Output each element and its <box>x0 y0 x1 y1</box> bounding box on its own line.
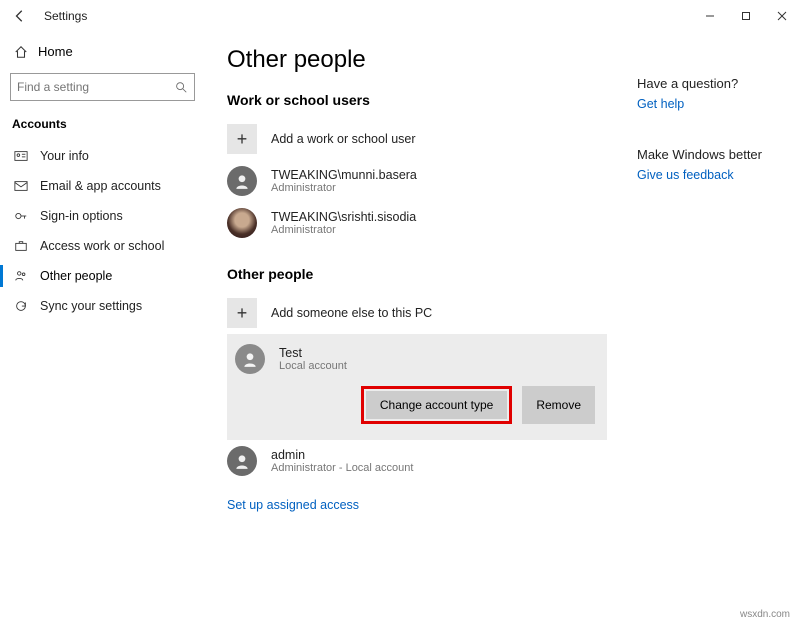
key-icon <box>12 209 30 223</box>
user-role: Administrator - Local account <box>271 462 413 474</box>
get-help-link[interactable]: Get help <box>637 97 762 111</box>
work-school-heading: Work or school users <box>227 92 607 108</box>
briefcase-icon <box>12 239 30 253</box>
search-icon <box>174 80 188 94</box>
remove-user-button[interactable]: Remove <box>522 386 595 424</box>
content-area: Other people Work or school users + Add … <box>227 46 607 624</box>
add-work-user-label: Add a work or school user <box>271 132 416 146</box>
add-other-user-button[interactable]: + Add someone else to this PC <box>227 292 607 334</box>
add-other-user-label: Add someone else to this PC <box>271 306 432 320</box>
feedback-title: Make Windows better <box>637 147 762 162</box>
sidebar-item-label: Other people <box>40 269 112 283</box>
sidebar-item-signin-options[interactable]: Sign-in options <box>0 201 205 231</box>
avatar <box>227 446 257 476</box>
back-button[interactable] <box>10 9 30 23</box>
search-input-container[interactable] <box>10 73 195 101</box>
selected-user-row[interactable]: Test Local account <box>235 344 595 374</box>
home-icon <box>12 45 30 59</box>
help-column: Have a question? Get help Make Windows b… <box>637 46 762 624</box>
sidebar-section-title: Accounts <box>0 113 205 141</box>
selected-user-panel: Test Local account Change account type R… <box>227 334 607 440</box>
sidebar-item-work-school[interactable]: Access work or school <box>0 231 205 261</box>
person-card-icon <box>12 149 30 163</box>
change-account-type-button[interactable]: Change account type <box>366 391 507 419</box>
user-name: TWEAKING\srishti.sisodia <box>271 210 416 224</box>
sidebar: Home Accounts Your info Email & app acco… <box>0 32 205 624</box>
search-input[interactable] <box>17 80 167 94</box>
sync-icon <box>12 299 30 313</box>
sidebar-item-email-accounts[interactable]: Email & app accounts <box>0 171 205 201</box>
sidebar-item-label: Your info <box>40 149 89 163</box>
sidebar-item-your-info[interactable]: Your info <box>0 141 205 171</box>
avatar <box>227 208 257 238</box>
add-work-user-button[interactable]: + Add a work or school user <box>227 118 607 160</box>
avatar <box>227 166 257 196</box>
sidebar-item-label: Access work or school <box>40 239 164 253</box>
user-role: Administrator <box>271 224 416 236</box>
page-title: Other people <box>227 46 607 74</box>
people-icon <box>12 269 30 283</box>
sidebar-item-label: Email & app accounts <box>40 179 161 193</box>
sidebar-item-label: Sync your settings <box>40 299 142 313</box>
home-label: Home <box>38 44 73 59</box>
home-button[interactable]: Home <box>0 38 205 65</box>
sidebar-item-sync-settings[interactable]: Sync your settings <box>0 291 205 321</box>
user-name: Test <box>279 346 347 360</box>
user-name: admin <box>271 448 413 462</box>
sidebar-item-other-people[interactable]: Other people <box>0 261 205 291</box>
avatar <box>235 344 265 374</box>
assigned-access-link[interactable]: Set up assigned access <box>227 498 359 512</box>
minimize-button[interactable] <box>692 0 728 32</box>
window-title: Settings <box>44 9 87 23</box>
user-name: TWEAKING\munni.basera <box>271 168 417 182</box>
user-role: Administrator <box>271 182 417 194</box>
help-question-title: Have a question? <box>637 76 762 91</box>
highlight-box: Change account type <box>361 386 512 424</box>
other-people-heading: Other people <box>227 266 607 282</box>
user-role: Local account <box>279 360 347 372</box>
plus-icon: + <box>227 298 257 328</box>
footer-watermark: wsxdn.com <box>740 609 790 620</box>
mail-icon <box>12 179 30 193</box>
work-user-row[interactable]: TWEAKING\srishti.sisodia Administrator <box>227 202 607 244</box>
plus-icon: + <box>227 124 257 154</box>
maximize-button[interactable] <box>728 0 764 32</box>
close-button[interactable] <box>764 0 800 32</box>
work-user-row[interactable]: TWEAKING\munni.basera Administrator <box>227 160 607 202</box>
other-user-row[interactable]: admin Administrator - Local account <box>227 440 607 482</box>
sidebar-item-label: Sign-in options <box>40 209 123 223</box>
feedback-link[interactable]: Give us feedback <box>637 168 762 182</box>
